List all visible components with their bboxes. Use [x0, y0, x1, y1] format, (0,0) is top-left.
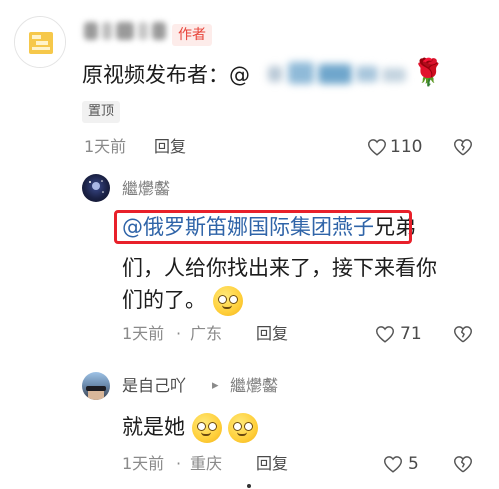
reply2-reply-button[interactable]: 回复 — [256, 453, 288, 475]
highlight-box — [114, 210, 412, 244]
thinking-emoji-icon — [191, 413, 222, 443]
comment-reply-button[interactable]: 回复 — [154, 136, 186, 158]
broken-heart-icon — [454, 139, 472, 156]
author-avatar[interactable] — [14, 16, 66, 68]
rose-emoji: 🌹 — [412, 58, 445, 88]
grinning-emoji-icon — [212, 286, 243, 316]
reply2-avatar[interactable] — [82, 372, 110, 400]
broken-heart-icon — [454, 456, 472, 473]
heart-icon — [376, 326, 394, 343]
reply2-location: 重庆 — [190, 454, 223, 473]
reply1-location: 广东 — [190, 324, 223, 343]
broken-heart-icon — [454, 326, 472, 343]
reply2-text-content: 就是她 — [122, 415, 185, 439]
reply2-username[interactable]: 是自己吖 — [122, 375, 186, 397]
pinned-badge: 置顶 — [82, 101, 121, 123]
comment-like-button[interactable] — [366, 136, 388, 158]
comment-dislike-button[interactable] — [452, 136, 474, 158]
reply1-time: 1天前 — [122, 324, 165, 343]
publisher-handle-redacted[interactable] — [268, 58, 410, 88]
reply1-text-line3-text: 们的了。 — [122, 288, 206, 312]
reply1-reply-button[interactable]: 回复 — [256, 323, 288, 345]
reply1-separator: · — [176, 324, 182, 343]
reply2-dislike-button[interactable] — [452, 453, 474, 475]
comment-time: 1天前 — [84, 137, 127, 156]
reply2-like-button[interactable] — [382, 453, 404, 475]
comment-text-prefix: 原视频发布者：@ — [82, 63, 250, 87]
reply1-text-line2: 们，人给你找出来了，接下来看你 — [122, 256, 437, 280]
reply-to-arrow-icon: ▸ — [212, 378, 219, 393]
comment-text: 原视频发布者：@ — [82, 58, 250, 92]
reply1-dislike-button[interactable] — [452, 323, 474, 345]
reply2-text: 就是她 — [122, 410, 259, 444]
reply2-reply-to-username[interactable]: 繼爩齾 — [230, 375, 278, 397]
reply1-like-count: 71 — [400, 324, 422, 344]
reply2-time: 1天前 — [122, 454, 165, 473]
reply1-avatar[interactable] — [82, 174, 110, 202]
scroll-indicator-dot — [247, 484, 251, 488]
reply1-text-line3: 们的了。 — [122, 283, 243, 317]
reply2-like-count: 5 — [408, 454, 419, 474]
reply1-username[interactable]: 繼爩齾 — [122, 178, 170, 200]
reply2-separator: · — [176, 454, 182, 473]
reply1-like-button[interactable] — [374, 323, 396, 345]
comment-like-count: 110 — [390, 137, 423, 157]
thinking-emoji-icon — [228, 413, 259, 443]
author-badge: 作者 — [172, 24, 212, 46]
author-username-redacted[interactable] — [80, 18, 168, 44]
heart-icon — [384, 456, 402, 473]
heart-icon — [368, 139, 386, 156]
